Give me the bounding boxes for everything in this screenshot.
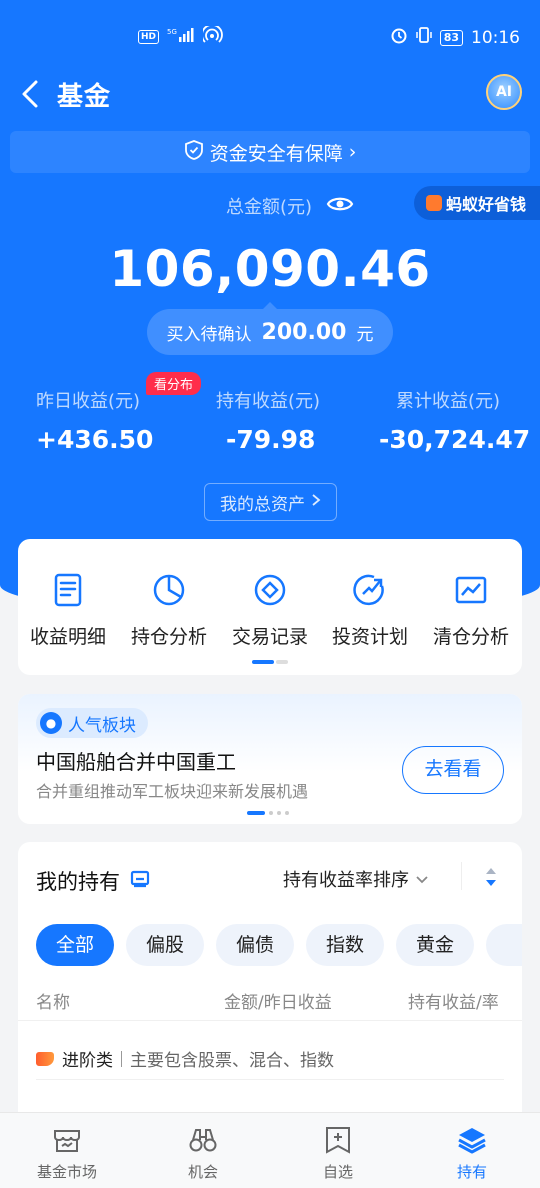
quick-action-investment-plan[interactable]: 投资计划: [320, 572, 420, 649]
quick-action-trade-records[interactable]: 交易记录: [220, 572, 320, 649]
chip-bond[interactable]: 偏债: [216, 924, 294, 966]
flame-icon: ●: [40, 712, 62, 734]
nav-bar: 基金 AI: [0, 72, 540, 116]
filter-chips: 全部 偏股 偏债 指数 黄金: [36, 924, 522, 966]
ai-assistant-button[interactable]: AI: [486, 74, 522, 110]
pending-unit: 元: [356, 324, 374, 345]
growth-arrow-icon: [352, 572, 388, 608]
quick-actions-pager: [252, 660, 288, 664]
shield-icon: [184, 139, 204, 166]
total-amount-value: 106,090.46: [109, 240, 431, 298]
popular-sector-tag: ● 人气板块: [36, 708, 148, 738]
chevron-right-icon: ›: [348, 141, 357, 163]
earnings-stats: 昨日收益(元) +436.50 持有收益(元) -79.98 累计收益(元) -…: [0, 387, 540, 467]
ant-saving-badge[interactable]: 蚂蚁好省钱: [413, 186, 540, 220]
stat-cumulative[interactable]: 累计收益(元) -30,724.47: [379, 387, 530, 454]
category-row[interactable]: 进阶类 主要包含股票、混合、指数: [36, 1046, 334, 1071]
chip-equity[interactable]: 偏股: [126, 924, 204, 966]
pending-label: 买入待确认: [166, 324, 252, 345]
total-assets-button[interactable]: 我的总资产: [204, 483, 337, 521]
fund-market-icon: [52, 1125, 82, 1155]
chip-more[interactable]: [486, 924, 522, 966]
ant-icon: [425, 195, 442, 211]
quick-action-income-detail[interactable]: 收益明细: [18, 572, 118, 649]
holdings-card: 我的持有 持有收益率排序 全部 偏股 偏债 指数 黄金 名称 金额/昨日收益 持…: [18, 842, 522, 1132]
line-chart-icon: [453, 572, 489, 608]
total-amount-label: 总金额(元): [226, 193, 354, 219]
tab-fund-market[interactable]: 基金市场: [12, 1125, 122, 1182]
status-bar: HD 5G 83 10:16: [0, 0, 540, 72]
alarm-icon: [390, 26, 408, 49]
pending-purchase-pill[interactable]: 买入待确认 200.00 元: [147, 302, 393, 355]
clock: 10:16: [471, 27, 520, 48]
page-title: 基金: [57, 82, 112, 112]
view-promo-button[interactable]: 去看看: [402, 746, 504, 794]
sort-dropdown[interactable]: 持有收益率排序: [283, 866, 429, 892]
hotspot-icon: [201, 23, 225, 47]
quick-actions-card: 收益明细 持仓分析 交易记录 投资计划 清仓分析: [18, 539, 522, 675]
chevron-right-icon: [311, 492, 321, 512]
pie-chart-icon: [151, 572, 187, 608]
category-flag-icon: [36, 1051, 54, 1066]
pending-amount: 200.00: [261, 319, 347, 345]
column-holding-return: 持有收益/率: [408, 993, 499, 1013]
chip-index[interactable]: 指数: [306, 924, 384, 966]
binoculars-icon: [188, 1125, 218, 1155]
category-name: 进阶类: [62, 1051, 113, 1071]
tab-opportunity[interactable]: 机会: [148, 1125, 258, 1182]
quick-action-position-analysis[interactable]: 持仓分析: [119, 572, 219, 649]
promo-card[interactable]: ● 人气板块 中国船舶合并中国重工 合并重组推动军工板块迎来新发展机遇 去看看: [18, 694, 522, 824]
category-description: 主要包含股票、混合、指数: [130, 1051, 334, 1071]
battery-indicator: 83: [439, 29, 463, 46]
holdings-title: 我的持有: [36, 866, 150, 896]
eye-icon[interactable]: [326, 194, 354, 219]
chevron-down-icon: [415, 869, 429, 890]
stat-yesterday[interactable]: 昨日收益(元) +436.50: [36, 387, 153, 454]
vibrate-icon: [415, 26, 432, 49]
diamond-record-icon: [252, 572, 288, 608]
column-name: 名称: [36, 993, 70, 1013]
bottom-tab-bar: 基金市场 机会 自选 持有: [0, 1112, 540, 1188]
safety-text: 资金安全有保障: [209, 142, 343, 165]
chip-gold[interactable]: 黄金: [396, 924, 474, 966]
card-icon[interactable]: [130, 869, 150, 893]
document-icon: [50, 572, 86, 608]
tab-holdings[interactable]: 持有: [417, 1125, 527, 1182]
chip-all[interactable]: 全部: [36, 924, 114, 966]
stat-holding[interactable]: 持有收益(元) -79.98: [216, 387, 320, 454]
layers-icon: [457, 1125, 487, 1155]
promo-subtitle: 合并重组推动军工板块迎来新发展机遇: [36, 782, 309, 801]
back-arrow-icon[interactable]: [16, 76, 46, 112]
column-amount: 金额/昨日收益: [224, 993, 332, 1013]
tab-watchlist[interactable]: 自选: [283, 1125, 393, 1182]
quick-action-liquidation-analysis[interactable]: 清仓分析: [421, 572, 521, 649]
svg-text:5G: 5G: [167, 28, 177, 36]
add-favorite-icon: [323, 1125, 353, 1155]
promo-title: 中国船舶合并中国重工: [36, 750, 236, 774]
signal-icon: 5G: [167, 27, 195, 46]
safety-banner[interactable]: 资金安全有保障 ›: [10, 131, 530, 173]
sort-order-icon[interactable]: [484, 866, 498, 888]
hd-indicator: HD: [138, 29, 160, 44]
promo-pager: [247, 811, 289, 815]
